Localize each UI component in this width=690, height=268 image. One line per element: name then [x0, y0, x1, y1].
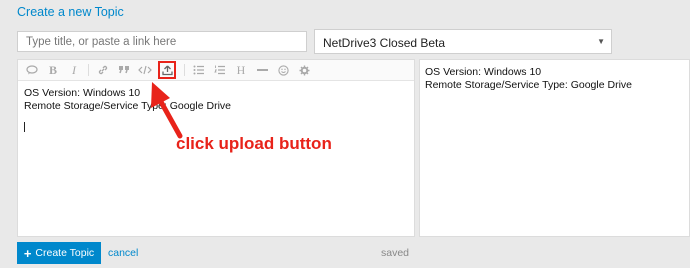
bullet-list-icon[interactable]: [191, 62, 207, 78]
editor-line: Remote Storage/Service Type: Google Driv…: [24, 100, 231, 112]
bold-icon[interactable]: B: [45, 62, 61, 78]
numbered-list-icon[interactable]: [212, 62, 228, 78]
topic-title-input[interactable]: [17, 31, 307, 52]
preview-line: Remote Storage/Service Type: Google Driv…: [425, 79, 632, 91]
cancel-link[interactable]: cancel: [108, 247, 138, 259]
upload-button[interactable]: [158, 61, 176, 79]
code-icon[interactable]: [137, 62, 153, 78]
category-select[interactable]: NetDrive3 Closed Beta ▼: [314, 29, 612, 54]
gear-icon[interactable]: [296, 62, 312, 78]
category-selected-value: NetDrive3 Closed Beta: [323, 36, 446, 50]
create-topic-header: Create a new Topic: [17, 5, 124, 19]
heading-icon[interactable]: H: [233, 62, 249, 78]
blockquote-icon[interactable]: [116, 62, 132, 78]
toolbar-divider: [184, 64, 185, 76]
text-cursor: [24, 122, 25, 132]
toolbar-divider: [88, 64, 89, 76]
annotation-arrow: [151, 82, 183, 139]
create-topic-label: Create Topic: [35, 247, 95, 259]
emoji-icon[interactable]: [275, 62, 291, 78]
preview-panel: OS Version: Windows 10 Remote Storage/Se…: [419, 59, 690, 237]
editor-textarea[interactable]: OS Version: Windows 10 Remote Storage/Se…: [18, 81, 414, 119]
chevron-down-icon: ▼: [597, 37, 605, 46]
italic-icon[interactable]: I: [66, 62, 82, 78]
link-icon[interactable]: [95, 62, 111, 78]
editor-line: OS Version: Windows 10: [24, 87, 141, 99]
editor-toolbar: B I H: [18, 60, 414, 81]
quote-icon[interactable]: [24, 62, 40, 78]
annotation-label: click upload button: [176, 134, 332, 153]
preview-line: OS Version: Windows 10: [425, 66, 542, 78]
create-topic-button[interactable]: + Create Topic: [17, 242, 101, 264]
upload-icon: [161, 65, 173, 75]
save-status: saved: [381, 247, 410, 259]
plus-icon: +: [23, 245, 32, 261]
horizontal-rule-icon[interactable]: [254, 62, 270, 78]
